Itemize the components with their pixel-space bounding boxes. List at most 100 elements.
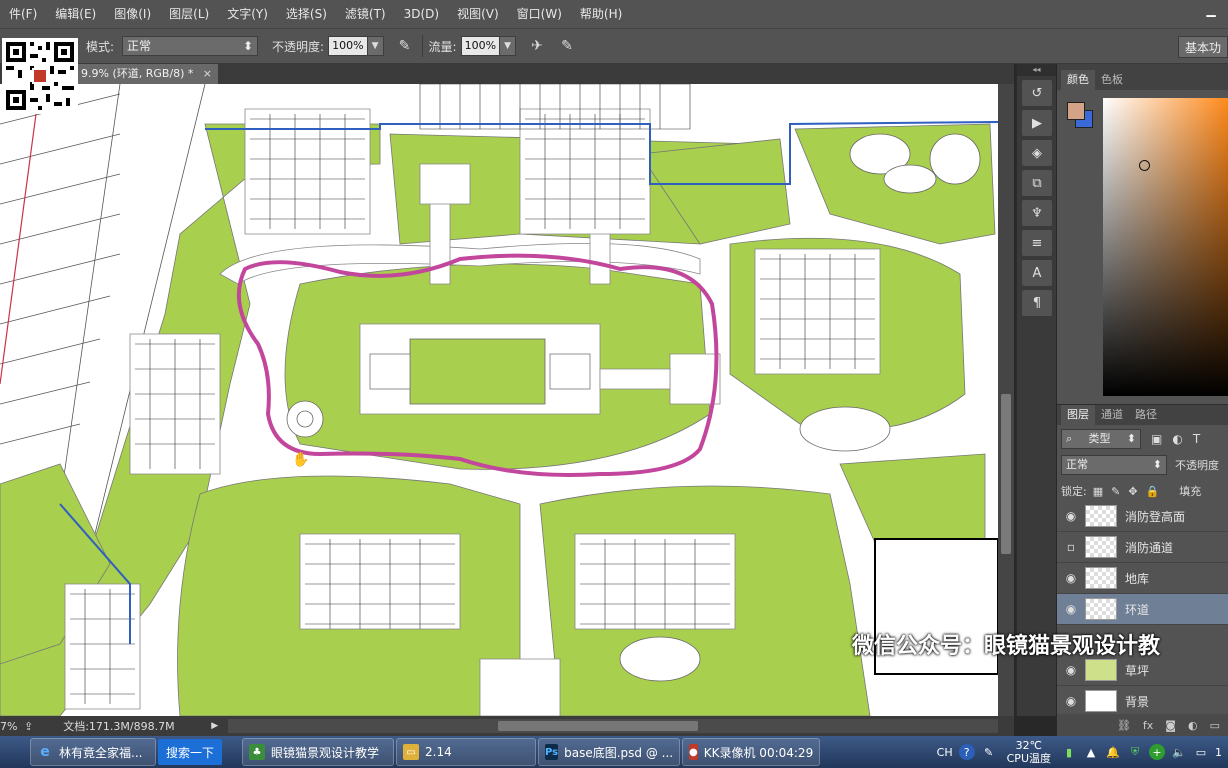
menu-3d[interactable]: 3D(D) <box>395 0 448 28</box>
tab-swatches[interactable]: 色板 <box>1095 70 1129 90</box>
play-icon[interactable]: ▶ <box>211 721 218 731</box>
fx-icon[interactable]: fx <box>1143 719 1153 732</box>
layer-name: 背景 <box>1125 694 1150 709</box>
horizontal-scrollbar[interactable] <box>228 719 998 733</box>
hidden-eye-icon[interactable]: ▫ <box>1057 540 1085 554</box>
image-filter-icon[interactable]: ▣ <box>1151 432 1162 446</box>
clone-source-icon[interactable]: ⧉ <box>1022 170 1052 196</box>
lock-transparent-icon[interactable]: ▦ <box>1093 485 1103 498</box>
3d-icon[interactable]: ◈ <box>1022 140 1052 166</box>
color-panel-tabs: 颜色 色板 <box>1057 64 1228 90</box>
plus-icon[interactable]: + <box>1149 744 1165 760</box>
airbrush-icon[interactable]: ✈ <box>526 35 548 57</box>
scroll-thumb[interactable] <box>1001 394 1011 554</box>
zoom-level[interactable]: 7% <box>0 720 22 733</box>
mode-select[interactable]: 正常 ⬍ <box>122 36 259 56</box>
color-panel: 颜色 色板 <box>1057 64 1228 404</box>
eye-icon[interactable]: ◉ <box>1057 571 1085 585</box>
taskbar-item-wechat[interactable]: ♣ 眼镜猫景观设计教学 <box>242 738 395 766</box>
menu-type[interactable]: 文字(Y) <box>218 0 277 28</box>
blend-mode-select[interactable]: 正常 ⬍ <box>1061 455 1167 475</box>
menu-image[interactable]: 图像(I) <box>105 0 160 28</box>
picker-cursor[interactable] <box>1139 160 1150 171</box>
tab-layers[interactable]: 图层 <box>1061 405 1095 425</box>
layer-row[interactable]: ◉ 消防登高面 <box>1057 501 1228 532</box>
windows-taskbar: e 林有竟全家福... 搜索一下 ♣ 眼镜猫景观设计教学 ▭ 2.14 Ps b… <box>0 736 1228 768</box>
chevron-down-icon[interactable]: ▼ <box>367 36 384 56</box>
qr-code-image <box>2 38 78 114</box>
eye-icon[interactable]: ◉ <box>1057 663 1085 677</box>
taskbar-item-browser[interactable]: e 林有竟全家福... <box>30 738 156 766</box>
minimize-icon[interactable]: ▁ <box>1194 0 1228 20</box>
search-button[interactable]: 搜索一下 <box>158 739 223 765</box>
menu-filter[interactable]: 滤镜(T) <box>336 0 395 28</box>
menu-select[interactable]: 选择(S) <box>277 0 336 28</box>
eye-icon[interactable]: ◉ <box>1057 602 1085 616</box>
adjust-icon[interactable]: ≡ <box>1022 230 1052 256</box>
layer-row-selected[interactable]: ◉ 环道 <box>1057 594 1228 625</box>
expand-icon[interactable]: ▲ <box>1083 744 1099 760</box>
pressure-opacity-icon[interactable]: ✎ <box>394 35 416 57</box>
menu-edit[interactable]: 编辑(E) <box>46 0 105 28</box>
adjustment-icon[interactable]: ◐ <box>1188 719 1198 732</box>
document-tab[interactable]: 9.9% (环道, RGB/8) * × <box>78 64 218 84</box>
mask-icon[interactable]: ◙ <box>1165 719 1176 732</box>
folder-icon[interactable]: ▭ <box>1210 719 1220 732</box>
collapse-icon[interactable]: ◂◂ <box>1017 64 1056 76</box>
watermark-text: 微信公众号：眼镜猫景观设计教 <box>852 634 1161 659</box>
ime-indicator[interactable]: CH <box>937 746 953 759</box>
menu-layer[interactable]: 图层(L) <box>160 0 218 28</box>
taskbar-item-folder[interactable]: ▭ 2.14 <box>396 738 537 766</box>
flow-input[interactable]: 100% <box>460 36 501 56</box>
photoshop-window: 件(F) 编辑(E) 图像(I) 图层(L) 文字(Y) 选择(S) 滤镜(T)… <box>0 0 1228 768</box>
adjust-filter-icon[interactable]: ◐ <box>1172 432 1182 446</box>
blend-row: 正常 ⬍ 不透明度 <box>1057 455 1228 475</box>
document-canvas[interactable]: ✋ <box>0 84 998 716</box>
share-icon[interactable]: ⇪ <box>24 720 33 733</box>
pen-icon[interactable]: ✎ <box>981 744 997 760</box>
taskbar-item-photoshop[interactable]: Ps base底图.psd @ ... <box>538 738 681 766</box>
layer-row[interactable]: ▫ 消防通道 <box>1057 532 1228 563</box>
tab-color[interactable]: 颜色 <box>1061 70 1095 90</box>
menu-file[interactable]: 件(F) <box>0 0 46 28</box>
eye-icon[interactable]: ◉ <box>1057 509 1085 523</box>
tab-channels[interactable]: 通道 <box>1095 405 1129 425</box>
menu-view[interactable]: 视图(V) <box>448 0 508 28</box>
scroll-thumb[interactable] <box>498 721 698 731</box>
layer-row[interactable]: ◉ 地库 <box>1057 563 1228 594</box>
taskbar-item-recorder[interactable]: ● KK录像机 00:04:29 <box>682 738 821 766</box>
paragraph-icon[interactable]: ¶ <box>1022 290 1052 316</box>
brush-presets-icon[interactable]: ♆ <box>1022 200 1052 226</box>
notification-icon[interactable]: 🔔 <box>1105 744 1121 760</box>
help-icon[interactable]: ? <box>958 744 975 760</box>
foreground-color-swatch[interactable] <box>1067 102 1085 120</box>
vertical-scrollbar[interactable] <box>998 84 1014 716</box>
network-icon[interactable]: ▭ <box>1193 744 1209 760</box>
actions-icon[interactable]: ▶ <box>1022 110 1052 136</box>
battery-icon[interactable]: ▮ <box>1061 744 1077 760</box>
close-icon[interactable]: × <box>203 64 212 84</box>
link-icon[interactable]: ⛓ <box>1117 719 1131 732</box>
pressure-size-icon[interactable]: ✎ <box>556 35 578 57</box>
chevron-down-icon[interactable]: ▼ <box>500 36 517 56</box>
layer-row[interactable]: ◉ 背景 <box>1057 686 1228 717</box>
eye-icon[interactable]: ◉ <box>1057 694 1085 708</box>
search-icon: ⌕ <box>1066 432 1073 445</box>
flow-label: 流量: <box>428 39 457 54</box>
lock-move-icon[interactable]: ✥ <box>1128 485 1137 498</box>
workspace-button[interactable]: 基本功 <box>1177 36 1228 58</box>
type-filter-icon[interactable]: T <box>1193 432 1200 446</box>
tab-paths[interactable]: 路径 <box>1129 405 1163 425</box>
color-picker-field[interactable] <box>1103 98 1228 396</box>
opacity-input[interactable]: 100% <box>328 36 368 56</box>
shield-icon[interactable]: ⛨ <box>1127 744 1143 760</box>
layer-filter-select[interactable]: ⌕ 类型 ⬍ <box>1061 429 1141 449</box>
menu-window[interactable]: 窗口(W) <box>508 0 571 28</box>
lock-all-icon[interactable]: 🔒 <box>1146 485 1160 498</box>
history-icon[interactable]: ↺ <box>1022 80 1052 106</box>
volume-icon[interactable]: 🔈 <box>1171 744 1187 760</box>
lock-brush-icon[interactable]: ✎ <box>1111 485 1120 498</box>
folder-icon: ▭ <box>403 744 420 760</box>
menu-help[interactable]: 帮助(H) <box>571 0 631 28</box>
character-icon[interactable]: A <box>1022 260 1052 286</box>
